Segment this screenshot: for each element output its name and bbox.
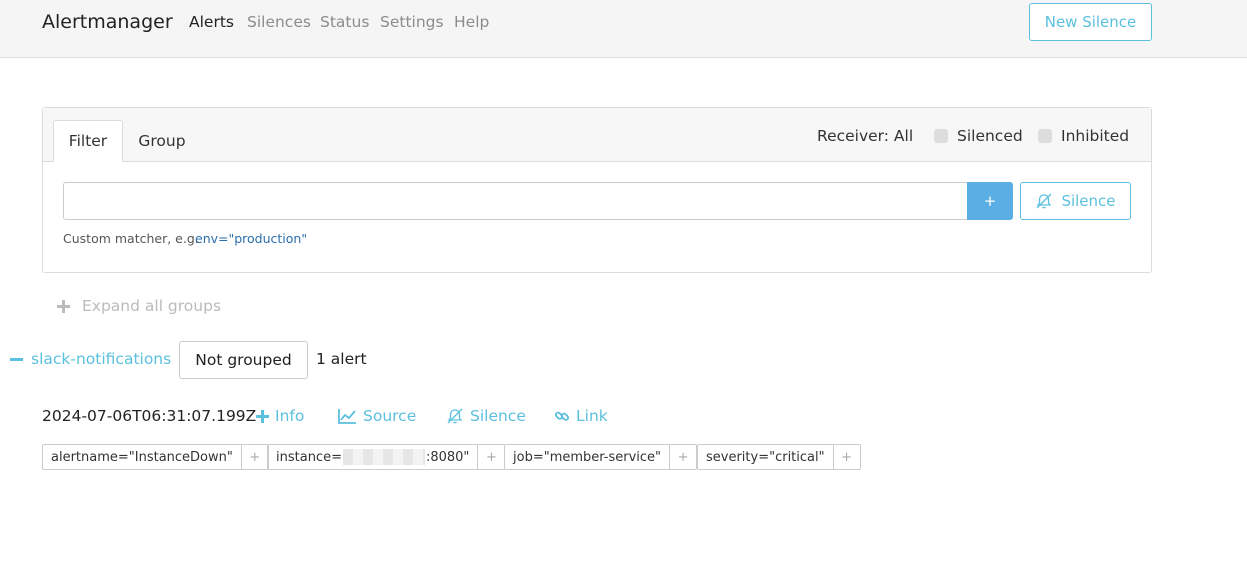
source-label: Source (363, 407, 417, 425)
label-instance-add-button[interactable]: + (477, 445, 504, 469)
label-instance[interactable]: instance=:8080" + (267, 444, 506, 470)
label-severity-add-button[interactable]: + (832, 445, 860, 469)
alert-count: 1 alert (316, 350, 367, 368)
label-alertname-add-button[interactable]: + (240, 445, 268, 469)
inhibited-label[interactable]: Inhibited (1061, 127, 1129, 145)
minus-icon (10, 357, 23, 361)
matcher-example-link[interactable]: env="production" (195, 231, 307, 246)
inhibited-checkbox[interactable] (1038, 129, 1052, 143)
info-button[interactable]: Info (256, 407, 304, 425)
label-job[interactable]: job="member-service" + (504, 444, 698, 470)
alert-timestamp: 2024-07-06T06:31:07.199Z (42, 407, 257, 425)
label-instance-text: instance=:8080" (276, 449, 470, 465)
chart-line-icon (338, 408, 357, 424)
nav-settings[interactable]: Settings (380, 13, 444, 31)
link-label: Link (576, 407, 608, 425)
silence-alert-button[interactable]: Silence (446, 407, 526, 425)
matcher-hint: Custom matcher, e.g. (63, 231, 199, 246)
label-alertname-text: alertname="InstanceDown" (51, 449, 233, 465)
silenced-checkbox[interactable] (934, 129, 948, 143)
add-filter-button[interactable]: + (967, 182, 1013, 220)
label-job-text: job="member-service" (513, 449, 662, 465)
brand-logo[interactable]: Alertmanager (42, 11, 173, 33)
receiver-selector[interactable]: Receiver: All (817, 127, 913, 145)
navbar: Alertmanager Alerts Silences Status Sett… (0, 0, 1247, 58)
filter-input[interactable] (63, 182, 968, 220)
nav-alerts[interactable]: Alerts (189, 13, 234, 31)
filter-card: Filter Group Receiver: All Silenced Inhi… (42, 107, 1152, 273)
link-icon (554, 408, 570, 424)
silence-filter-button[interactable]: Silence (1020, 182, 1131, 220)
label-severity[interactable]: severity="critical" + (697, 444, 861, 470)
label-alertname[interactable]: alertname="InstanceDown" + (42, 444, 269, 470)
expand-all-label: Expand all groups (82, 297, 222, 315)
filter-card-header: Filter Group Receiver: All Silenced Inhi… (43, 108, 1151, 162)
silenced-label[interactable]: Silenced (957, 127, 1023, 145)
label-job-add-button[interactable]: + (669, 445, 696, 469)
group-receiver-name: slack-notifications (31, 350, 172, 368)
silence-filter-label: Silence (1061, 192, 1116, 210)
source-button[interactable]: Source (338, 407, 416, 425)
tab-filter[interactable]: Filter (53, 120, 123, 162)
nav-silences[interactable]: Silences (247, 13, 311, 31)
nav-status[interactable]: Status (320, 13, 369, 31)
expand-all-groups-button[interactable]: Expand all groups (57, 297, 221, 315)
plus-icon (256, 409, 269, 423)
info-label: Info (275, 407, 305, 425)
silence-alert-label: Silence (470, 407, 526, 425)
label-severity-text: severity="critical" (706, 449, 825, 465)
nav-help[interactable]: Help (454, 13, 489, 31)
link-button[interactable]: Link (554, 407, 608, 425)
bell-slash-icon (446, 407, 464, 425)
grouping-badge[interactable]: Not grouped (179, 341, 308, 379)
bell-slash-icon (1035, 192, 1053, 210)
new-silence-button[interactable]: New Silence (1029, 3, 1152, 41)
tab-group[interactable]: Group (129, 120, 195, 162)
redacted-ip (342, 449, 425, 465)
plus-icon (57, 299, 70, 313)
group-collapse-toggle[interactable]: slack-notifications (10, 350, 171, 368)
